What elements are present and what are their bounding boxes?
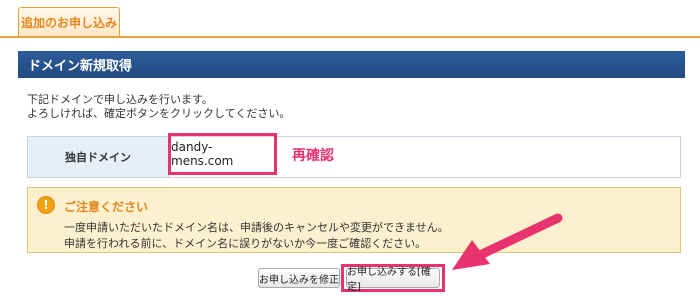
reconfirm-annotation: 再確認 — [292, 148, 334, 164]
exclamation-icon: ! — [37, 196, 55, 214]
domain-label: 独自ドメイン — [28, 137, 169, 177]
domain-value: dandy-mens.com — [171, 140, 234, 168]
description: 下記ドメインで申し込みを行います。 よろしければ、確定ボタンをクリックしてくださ… — [27, 93, 290, 121]
domain-value-highlight: dandy-mens.com — [168, 133, 277, 175]
section-title: ドメイン新規取得 — [28, 59, 133, 74]
tab-additional-application[interactable]: 追加のお申し込み — [18, 7, 120, 36]
tab-bar: 追加のお申し込み — [0, 0, 700, 38]
notice-line-2: 申請を行われる前に、ドメイン名に誤りがないか今一度ご確認ください。 — [64, 237, 427, 250]
notice-line-1: 一度申請いただいたドメイン名は、申請後のキャンセルや変更ができません。 — [64, 221, 449, 234]
notice-title: ご注意ください — [64, 200, 149, 214]
description-line-2: よろしければ、確定ボタンをクリックしてください。 — [27, 107, 291, 120]
domain-table: 独自ドメイン — [27, 136, 681, 178]
section-header: ドメイン新規取得 — [18, 51, 685, 78]
description-line-1: 下記ドメインで申し込みを行います。 — [27, 93, 213, 106]
confirm-button[interactable]: お申し込みする[確定] — [346, 267, 440, 293]
notice-box: ! ご注意ください 一度申請いただいたドメイン名は、申請後のキャンセルや変更がで… — [27, 187, 681, 253]
modify-button[interactable]: お申し込みを修正 — [258, 268, 340, 288]
